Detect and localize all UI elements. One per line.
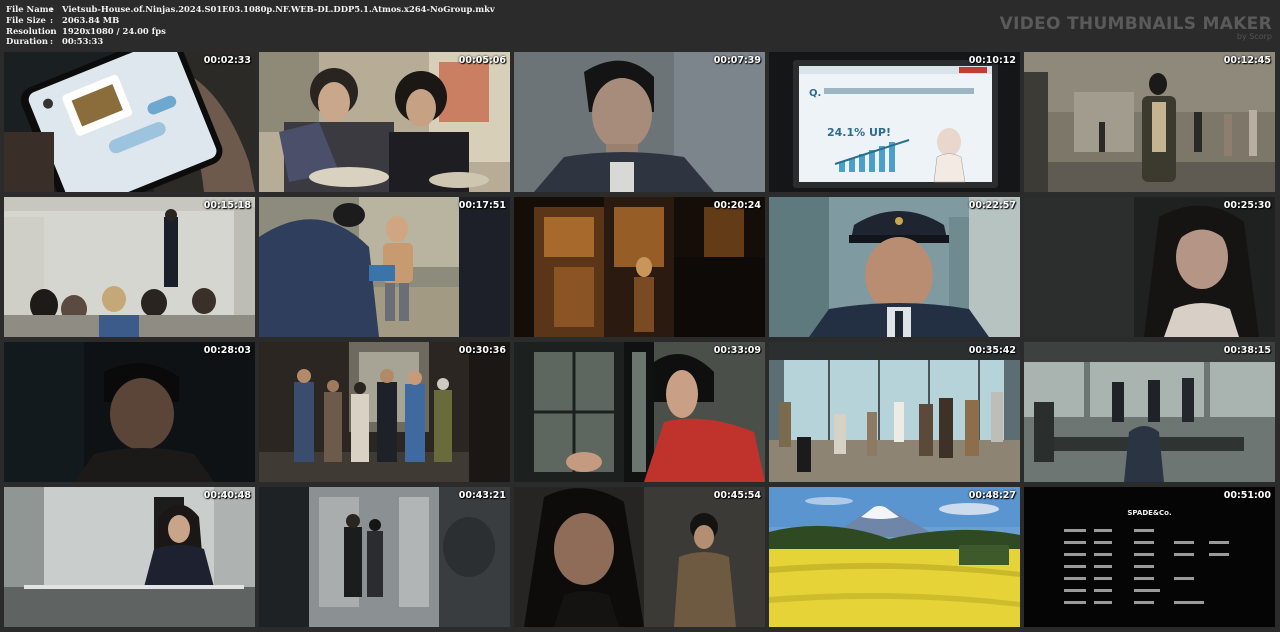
- timestamp: 00:07:39: [713, 55, 761, 66]
- frame-image: [1024, 487, 1275, 627]
- timestamp: 00:40:48: [203, 490, 251, 501]
- file-name-row: File Name : Vietsub-House.of.Ninjas.2024…: [6, 4, 495, 15]
- thumbnail[interactable]: 00:40:48: [4, 487, 255, 627]
- frame-image: [514, 197, 765, 337]
- frame-image: [1024, 52, 1275, 192]
- frame-image: [769, 487, 1020, 627]
- timestamp: 00:35:42: [968, 345, 1016, 356]
- timestamp: 00:17:51: [458, 200, 506, 211]
- frame-image: [4, 342, 255, 482]
- timestamp: 00:15:18: [203, 200, 251, 211]
- resolution-row: Resolution : 1920x1080 / 24.00 fps: [6, 26, 495, 37]
- thumbnail[interactable]: Q. 24.1% UP! 00:10:12: [769, 52, 1020, 192]
- frame-image: [1024, 197, 1275, 337]
- brand-title: VIDEO THUMBNAILS MAKER: [999, 14, 1272, 34]
- thumbnail[interactable]: 00:15:18: [4, 197, 255, 337]
- thumbnail[interactable]: 00:38:15: [1024, 342, 1275, 482]
- thumbnail[interactable]: 00:07:39: [514, 52, 765, 192]
- thumbnail[interactable]: 00:02:33: [4, 52, 255, 192]
- thumbnail[interactable]: 00:43:21: [259, 487, 510, 627]
- frame-image: [514, 342, 765, 482]
- duration-value: 00:53:33: [62, 36, 104, 47]
- credits-title: SPADE&Co.: [1127, 509, 1172, 517]
- svg-text:Q.: Q.: [809, 88, 821, 99]
- file-size-value: 2063.84 MB: [62, 14, 120, 25]
- frame-image: [259, 342, 510, 482]
- timestamp: 00:51:00: [1223, 490, 1271, 501]
- timestamp: 00:43:21: [458, 490, 506, 501]
- thumbnail[interactable]: 00:22:57: [769, 197, 1020, 337]
- timestamp: 00:45:54: [713, 490, 761, 501]
- frame-image: Q. 24.1% UP!: [769, 52, 1020, 192]
- thumbnail[interactable]: 00:45:54: [514, 487, 765, 627]
- timestamp: 00:05:06: [458, 55, 506, 66]
- frame-image: [514, 487, 765, 627]
- timestamp: 00:20:24: [713, 200, 761, 211]
- thumbnail[interactable]: SPADE&Co. 00:51:00: [1024, 487, 1275, 627]
- timestamp: 00:48:27: [968, 490, 1016, 501]
- file-size-label: File Size: [6, 14, 46, 25]
- thumbnail[interactable]: 00:17:51: [259, 197, 510, 337]
- thumbnail[interactable]: 00:48:27: [769, 487, 1020, 627]
- timestamp: 00:25:30: [1223, 200, 1271, 211]
- thumbnail[interactable]: 00:30:36: [259, 342, 510, 482]
- duration-label: Duration: [6, 36, 48, 47]
- timestamp: 00:10:12: [968, 55, 1016, 66]
- separator: :: [50, 4, 54, 14]
- thumbnail[interactable]: 00:33:09: [514, 342, 765, 482]
- separator: :: [50, 25, 54, 36]
- frame-image: [769, 342, 1020, 482]
- frame-image: [514, 52, 765, 192]
- file-size-row: File Size : 2063.84 MB: [6, 15, 495, 26]
- thumbnail[interactable]: 00:35:42: [769, 342, 1020, 482]
- frame-image: [259, 197, 510, 337]
- timestamp: 00:28:03: [203, 345, 251, 356]
- brand-watermark: VIDEO THUMBNAILS MAKER by Scorp: [1000, 14, 1272, 41]
- thumbnail[interactable]: 00:20:24: [514, 197, 765, 337]
- frame-image: [4, 197, 255, 337]
- frame-image: [259, 487, 510, 627]
- resolution-label: Resolution: [6, 25, 57, 36]
- timestamp: 00:33:09: [713, 345, 761, 356]
- separator: :: [50, 14, 54, 25]
- timestamp: 00:38:15: [1223, 345, 1271, 356]
- frame-image: [769, 197, 1020, 337]
- frame-image: [4, 52, 255, 192]
- file-info-panel: File Name : Vietsub-House.of.Ninjas.2024…: [6, 4, 495, 47]
- timestamp: 00:22:57: [968, 200, 1016, 211]
- thumbnail[interactable]: 00:28:03: [4, 342, 255, 482]
- timestamp: 00:02:33: [203, 55, 251, 66]
- file-name-value: Vietsub-House.of.Ninjas.2024.S01E03.1080…: [62, 4, 495, 14]
- thumbnail[interactable]: 00:12:45: [1024, 52, 1275, 192]
- separator: :: [50, 36, 54, 47]
- timestamp: 00:12:45: [1223, 55, 1271, 66]
- screen-stat: 24.1% UP!: [827, 126, 891, 139]
- frame-image: [4, 487, 255, 627]
- duration-row: Duration : 00:53:33: [6, 36, 495, 47]
- file-name-label: File Name: [6, 4, 54, 14]
- frame-image: [1024, 342, 1275, 482]
- thumbnail-grid: 00:02:33 00:05:06 00:07:39 Q. 24.1% UP! …: [4, 52, 1275, 627]
- frame-image: [259, 52, 510, 192]
- thumbnail[interactable]: 00:25:30: [1024, 197, 1275, 337]
- timestamp: 00:30:36: [458, 345, 506, 356]
- resolution-value: 1920x1080 / 24.00 fps: [62, 25, 166, 36]
- thumbnail[interactable]: 00:05:06: [259, 52, 510, 192]
